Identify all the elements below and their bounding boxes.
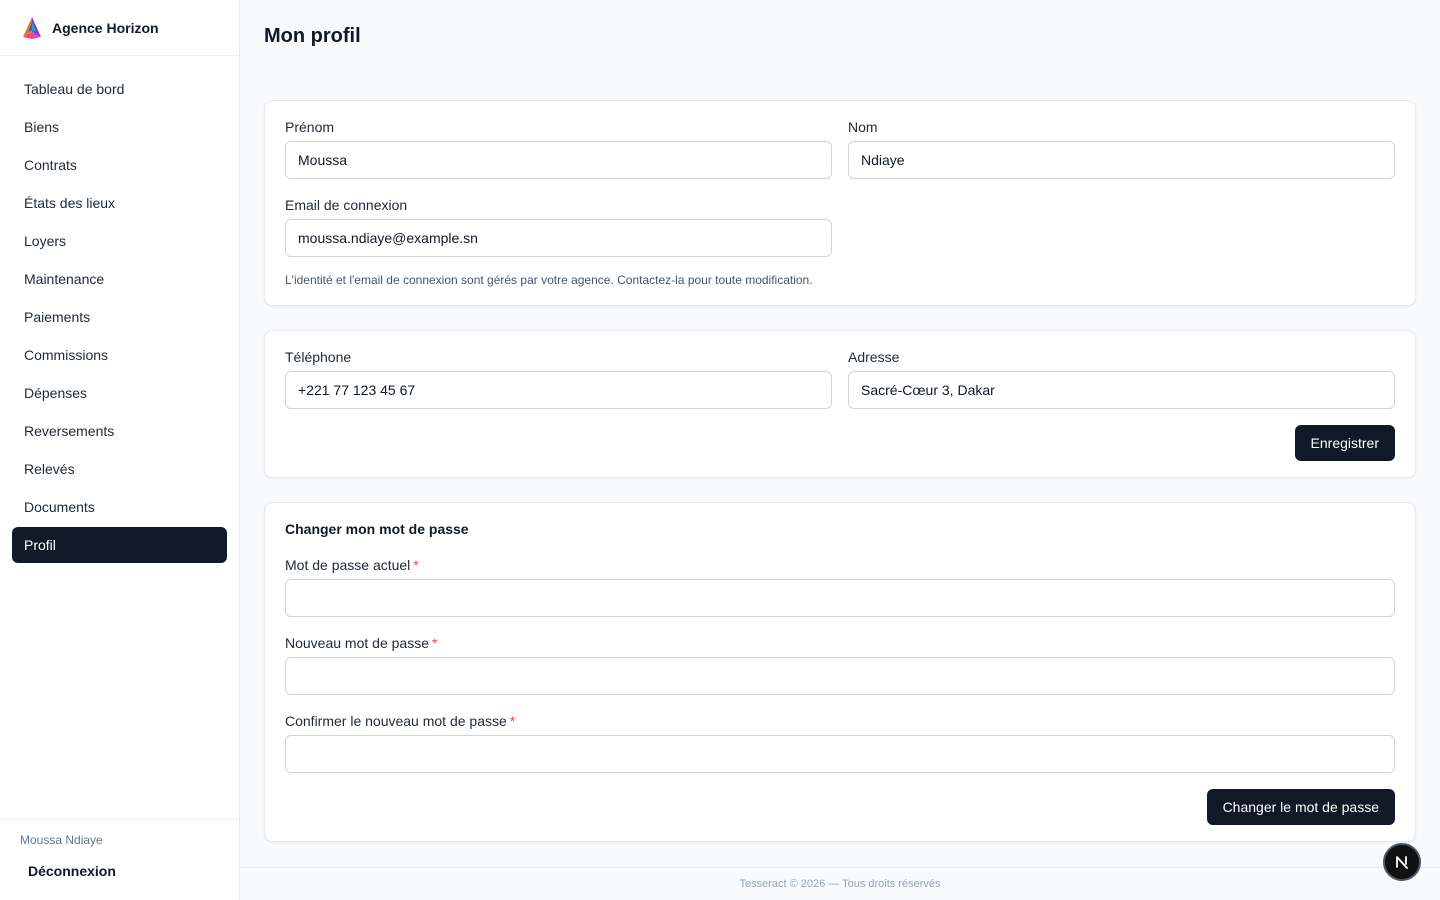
required-marker: * (413, 557, 419, 573)
sidebar-nav: Tableau de bord Biens Contrats États des… (12, 71, 227, 565)
sidebar-item-biens[interactable]: Biens (12, 109, 227, 145)
sidebar-item-reversements[interactable]: Reversements (12, 413, 227, 449)
next-badge-icon[interactable] (1383, 843, 1421, 881)
sidebar-item-profil[interactable]: Profil (12, 527, 227, 563)
password-section-title: Changer mon mot de passe (285, 521, 469, 537)
sidebar-item-documents[interactable]: Documents (12, 489, 227, 525)
current-user-name: Moussa Ndiaye (20, 833, 103, 847)
new-password-label-text: Nouveau mot de passe (285, 635, 429, 651)
address-label: Adresse (848, 349, 900, 365)
phone-label: Téléphone (285, 349, 352, 365)
sidebar-item-maintenance[interactable]: Maintenance (12, 261, 227, 297)
page-title: Mon profil (264, 25, 361, 47)
identity-helper-text: L'identité et l'email de connexion sont … (285, 273, 813, 287)
sidebar-item-etats-des-lieux[interactable]: États des lieux (12, 185, 227, 221)
identity-card: Prénom Nom Email de connexion L'identité… (264, 100, 1416, 306)
save-button[interactable]: Enregistrer (1294, 425, 1395, 461)
last-name-field[interactable] (848, 141, 1395, 179)
required-marker: * (431, 635, 438, 651)
new-password-input[interactable] (285, 657, 1395, 695)
sidebar-item-depenses[interactable]: Dépenses (12, 375, 227, 411)
sidebar-footer: Moussa Ndiaye Déconnexion (0, 819, 240, 900)
current-password-label: Mot de passe actuel * (285, 557, 419, 573)
sidebar-item-contrats[interactable]: Contrats (12, 147, 227, 183)
required-marker: * (509, 713, 516, 729)
brand-name: Agence Horizon (52, 19, 159, 36)
new-password-label: Nouveau mot de passe * (285, 635, 437, 651)
brand[interactable]: Agence Horizon (0, 0, 239, 56)
current-password-input[interactable] (285, 579, 1395, 617)
logout-button[interactable]: Déconnexion (16, 857, 128, 885)
page-footer: Tesseract © 2026 — Tous droits réservés (240, 867, 1440, 900)
address-field[interactable] (848, 371, 1395, 409)
n-letter-icon (1396, 856, 1408, 869)
last-name-label: Nom (848, 119, 878, 135)
confirm-password-label: Confirmer le nouveau mot de passe * (285, 713, 515, 729)
sidebar: Agence Horizon Tableau de bord Biens Con… (0, 0, 240, 900)
phone-field[interactable] (285, 371, 832, 409)
email-label: Email de connexion (285, 197, 408, 213)
confirm-password-input[interactable] (285, 735, 1395, 773)
sidebar-item-loyers[interactable]: Loyers (12, 223, 227, 259)
brand-logo-icon (23, 16, 41, 39)
sidebar-item-releves[interactable]: Relevés (12, 451, 227, 487)
sidebar-item-paiements[interactable]: Paiements (12, 299, 227, 335)
first-name-field[interactable] (285, 141, 832, 179)
current-password-label-text: Mot de passe actuel (285, 557, 411, 573)
sidebar-item-tableau-de-bord[interactable]: Tableau de bord (12, 71, 227, 107)
password-card: Changer mon mot de passe Mot de passe ac… (264, 502, 1416, 842)
confirm-password-label-text: Confirmer le nouveau mot de passe (285, 713, 507, 729)
first-name-label: Prénom (285, 119, 335, 135)
email-field[interactable] (285, 219, 832, 257)
sidebar-item-commissions[interactable]: Commissions (12, 337, 227, 373)
contact-card: Téléphone Adresse Enregistrer (264, 330, 1416, 478)
change-password-button[interactable]: Changer le mot de passe (1206, 789, 1395, 825)
footer-copyright: Tesseract © 2026 — Tous droits réservés (739, 878, 941, 890)
